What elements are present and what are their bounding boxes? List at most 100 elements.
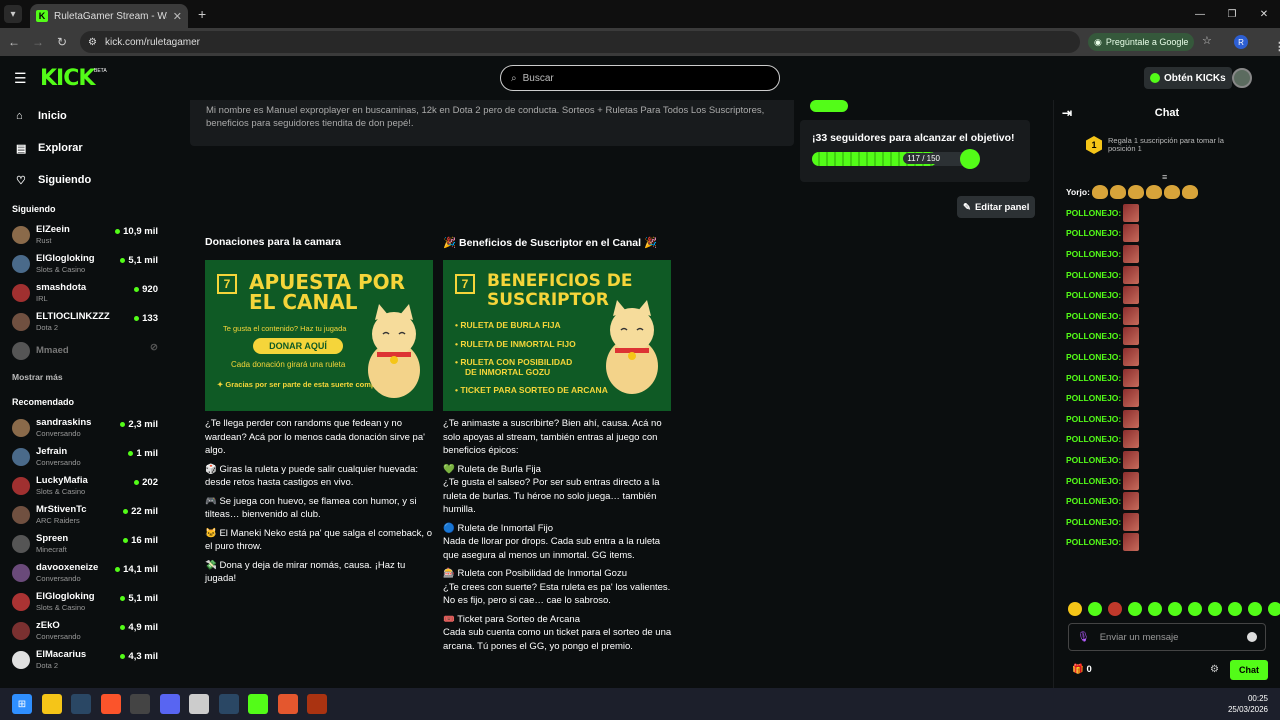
back-button[interactable]: ← xyxy=(2,35,26,49)
quick-emote-icon[interactable] xyxy=(1128,602,1142,616)
sidebar-channel-item[interactable]: Jefrain Conversando 1 mil xyxy=(0,442,170,471)
chat-filter-icon[interactable]: ≡ xyxy=(1162,172,1167,182)
quick-emote-icon[interactable] xyxy=(1088,602,1102,616)
site-info-icon[interactable]: ⚙ xyxy=(88,37,97,48)
sidebar-channel-item[interactable]: ElZeein Rust 10,9 mil xyxy=(0,220,170,249)
sidebar-channel-item[interactable]: Spreen Minecraft 16 mil xyxy=(0,529,170,558)
sidebar-item-inicio[interactable]: ⌂ Inicio xyxy=(0,100,170,132)
chat-username[interactable]: POLLONEJO: xyxy=(1066,270,1121,280)
edit-panel-button[interactable]: ✎ Editar panel xyxy=(957,196,1036,218)
quick-emote-icon[interactable] xyxy=(1268,602,1280,616)
clock-app-icon[interactable] xyxy=(130,694,150,714)
show-more-link[interactable]: Mostrar más xyxy=(0,365,170,389)
sub-gift-leaderboard[interactable]: 1 Regala 1 suscripción para tomar la pos… xyxy=(1086,136,1280,154)
benefits-panel-image[interactable]: 7 BENEFICIOS DE SUSCRIPTOR • RULETA DE B… xyxy=(443,260,671,411)
chat-username[interactable]: POLLONEJO: xyxy=(1066,434,1121,444)
chat-username[interactable]: POLLONEJO: xyxy=(1066,208,1121,218)
sidebar-channel-item[interactable]: Mmaed ⊘ xyxy=(0,336,170,365)
sidebar-channel-item[interactable]: ELTIOCLINKZZZ Dota 2 133 xyxy=(0,307,170,336)
chat-username[interactable]: POLLONEJO: xyxy=(1066,393,1121,403)
system-clock[interactable]: 00:25 25/03/2026 xyxy=(1228,693,1268,715)
goal-progress-bar: 117 / 150 xyxy=(812,149,980,169)
file-explorer-icon[interactable] xyxy=(41,694,62,714)
calculator-icon[interactable] xyxy=(189,694,209,714)
ask-google-button[interactable]: ◉ Pregúntale a Google xyxy=(1088,33,1195,51)
kick-logo[interactable]: KICK xyxy=(40,66,95,91)
profile-avatar[interactable]: R xyxy=(1234,35,1248,49)
quick-emote-icon[interactable] xyxy=(1148,602,1162,616)
discord-icon[interactable] xyxy=(159,694,180,714)
chat-username[interactable]: POLLONEJO: xyxy=(1066,517,1121,527)
sidebar-channel-item[interactable]: LuckyMafia Slots & Casino 202 xyxy=(0,471,170,500)
search-input[interactable]: ⌕ Buscar xyxy=(500,65,780,91)
collapse-chat-icon[interactable]: ⇥ xyxy=(1062,106,1072,120)
sidebar-item-explorar[interactable]: ▤ Explorar xyxy=(0,132,170,164)
close-tab-icon[interactable]: ✕ xyxy=(173,10,182,23)
microphone-icon[interactable]: 🎙 xyxy=(1077,632,1090,643)
chat-username[interactable]: POLLONEJO: xyxy=(1066,537,1121,547)
chat-username[interactable]: POLLONEJO: xyxy=(1066,249,1121,259)
bookmark-star-icon[interactable]: ☆ xyxy=(1202,34,1212,47)
chat-username[interactable]: POLLONEJO: xyxy=(1066,455,1121,465)
sidebar-channel-item[interactable]: davooxeneize Conversando 14,1 mil xyxy=(0,558,170,587)
quick-emote-icon[interactable] xyxy=(1248,602,1262,616)
sidebar-channel-item[interactable]: smashdota IRL 920 xyxy=(0,278,170,307)
kick-app-icon[interactable] xyxy=(248,694,268,714)
user-avatar[interactable] xyxy=(1232,68,1252,88)
chat-username[interactable]: POLLONEJO: xyxy=(1066,290,1121,300)
chrome-icon[interactable] xyxy=(277,694,298,714)
new-tab-button[interactable]: + xyxy=(198,6,206,22)
browser-tab[interactable]: K RuletaGamer Stream - Watch L ✕ xyxy=(30,4,188,28)
viewer-count-text: 5,1 mil xyxy=(128,255,158,266)
panel-image-line: Cada donación girará una ruleta xyxy=(231,360,346,369)
sidebar-channel-item[interactable]: ElGlogloking Slots & Casino 5,1 mil xyxy=(0,249,170,278)
panel-paragraph: Cada sub cuenta como un ticket para el s… xyxy=(443,627,672,652)
chat-username[interactable]: POLLONEJO: xyxy=(1066,373,1121,383)
donate-button[interactable]: DONAR AQUÍ xyxy=(253,338,343,354)
donations-panel-image[interactable]: 7 APUESTA POR EL CANAL Te gusta el conte… xyxy=(205,260,433,411)
sidebar-channel-item[interactable]: zEkO Conversando 4,9 mil xyxy=(0,616,170,645)
sidebar-channel-item[interactable]: MrStivenTc ARC Raiders 22 mil xyxy=(0,500,170,529)
emoji-picker-icon[interactable] xyxy=(1247,632,1257,642)
chat-username[interactable]: POLLONEJO: xyxy=(1066,352,1121,362)
chat-username[interactable]: POLLONEJO: xyxy=(1066,476,1121,486)
chat-username[interactable]: POLLONEJO: xyxy=(1066,496,1121,506)
chat-username[interactable]: Yorjo: xyxy=(1066,187,1090,197)
sidebar-channel-item[interactable]: ElMacarius Dota 2 4,3 mil xyxy=(0,645,170,674)
windows-start-icon[interactable]: ⊞ xyxy=(12,694,32,714)
dota-app-icon[interactable] xyxy=(307,694,327,714)
pencil-icon: ✎ xyxy=(963,201,971,213)
channel-points[interactable]: 🎁 0 xyxy=(1072,664,1092,675)
restore-button[interactable]: ❐ xyxy=(1216,0,1248,28)
send-chat-button[interactable]: Chat xyxy=(1230,660,1268,680)
chat-username[interactable]: POLLONEJO: xyxy=(1066,228,1121,238)
chat-username[interactable]: POLLONEJO: xyxy=(1066,414,1121,424)
quick-emote-icon[interactable] xyxy=(1188,602,1202,616)
quick-emote-icon[interactable] xyxy=(1228,602,1242,616)
quick-emote-icon[interactable] xyxy=(1208,602,1222,616)
steam-icon[interactable] xyxy=(71,694,91,714)
sidebar-item-siguiendo[interactable]: ♡ Siguiendo xyxy=(0,164,170,196)
minimize-button[interactable]: — xyxy=(1184,0,1216,28)
browser-menu-icon[interactable]: ⋮ xyxy=(1262,34,1280,58)
donations-description: ¿Te llega perder con randoms que fedean … xyxy=(205,417,435,586)
quick-emote-icon[interactable] xyxy=(1068,602,1082,616)
chat-username[interactable]: POLLONEJO: xyxy=(1066,331,1121,341)
address-bar[interactable]: ⚙ kick.com/ruletagamer xyxy=(80,31,1080,53)
forward-button[interactable]: → xyxy=(26,35,50,49)
quick-emote-icon[interactable] xyxy=(1168,602,1182,616)
reload-button[interactable]: ↻ xyxy=(50,35,74,49)
chat-username[interactable]: POLLONEJO: xyxy=(1066,311,1121,321)
menu-icon[interactable]: ☰ xyxy=(14,70,27,87)
steam-2-icon[interactable] xyxy=(218,694,239,714)
sidebar-channel-item[interactable]: ElGlogloking Slots & Casino 5,1 mil xyxy=(0,587,170,616)
get-kicks-button[interactable]: Obtén KICKs xyxy=(1144,67,1232,89)
quick-emote-icon[interactable] xyxy=(1108,602,1122,616)
chat-settings-icon[interactable]: ⚙ xyxy=(1210,664,1219,675)
sidebar-channel-item[interactable]: sandraskins Conversando 2,3 mil xyxy=(0,413,170,442)
chat-input[interactable]: 🎙 Enviar un mensaje xyxy=(1068,623,1266,651)
brave-icon[interactable] xyxy=(100,694,121,714)
recommended-heading: Recomendado xyxy=(12,397,75,407)
close-window-button[interactable]: ✕ xyxy=(1248,0,1280,28)
tab-search-button[interactable]: ▾ xyxy=(4,5,22,23)
